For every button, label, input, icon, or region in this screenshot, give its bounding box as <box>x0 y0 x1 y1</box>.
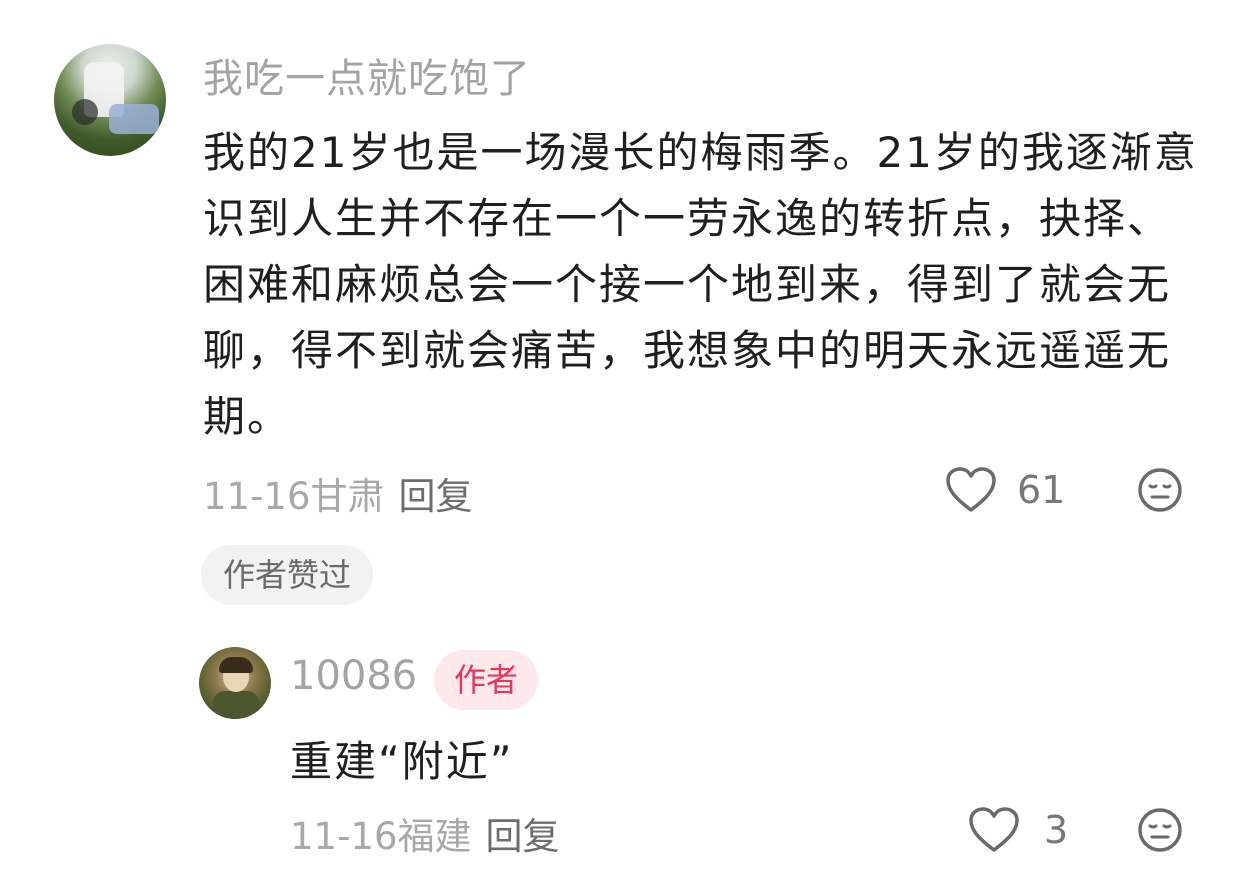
meh-face-icon <box>1136 466 1184 514</box>
reply-like-count: 3 <box>1044 808 1069 852</box>
reply-reply-button[interactable]: 回复 <box>486 815 560 858</box>
comment-reply-button[interactable]: 回复 <box>399 475 473 518</box>
author-liked-chip: 作者赞过 <box>201 545 374 605</box>
comment-date-location: 11-16甘肃 <box>203 475 385 518</box>
replier-avatar[interactable] <box>199 647 271 719</box>
commenter-avatar[interactable] <box>54 44 166 156</box>
commenter-username[interactable]: 我吃一点就吃饱了 <box>203 46 531 104</box>
comment-text: 我的21岁也是一场漫长的梅雨季。21岁的我逐渐意识到人生并不存在一个一劳永逸的转… <box>203 128 1198 441</box>
heart-outline-icon <box>945 466 997 514</box>
comment-like-button[interactable]: 61 <box>945 466 1065 514</box>
reply-dislike-button[interactable] <box>1136 806 1184 854</box>
heart-outline-icon <box>968 806 1020 854</box>
author-badge: 作者 <box>434 650 539 710</box>
comment-dislike-button[interactable] <box>1136 466 1184 514</box>
meh-face-icon <box>1136 806 1184 854</box>
reply-meta: 11-16福建 回复 <box>290 806 560 860</box>
reply-date-location: 11-16福建 <box>290 815 472 858</box>
comment-meta: 11-16甘肃 回复 <box>203 466 473 520</box>
reply-text: 重建“附近” <box>290 737 514 786</box>
reply-like-button[interactable]: 3 <box>968 806 1068 854</box>
comment-like-count: 61 <box>1017 468 1066 512</box>
replier-username[interactable]: 10086 <box>290 653 417 699</box>
